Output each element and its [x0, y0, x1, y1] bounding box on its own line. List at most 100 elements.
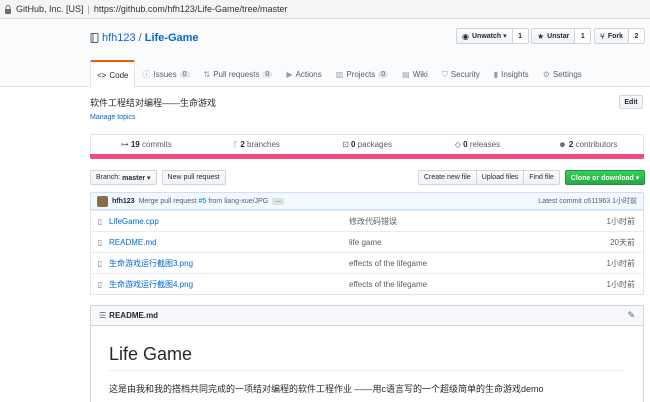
unstar-button[interactable]: ★ Unstar [531, 28, 576, 44]
pr-count-badge: 0 [262, 71, 273, 78]
file-name-link[interactable]: 生命游戏运行截图3.png [109, 258, 349, 269]
repo-icon [90, 33, 99, 43]
file-name-link[interactable]: 生命游戏运行截图4.png [109, 279, 349, 290]
contributors-link[interactable]: ☻ 2 contributors [533, 140, 643, 149]
unwatch-button[interactable]: ◉ Unwatch ▾ [456, 28, 513, 44]
file-icon: ▯ [97, 258, 103, 268]
url-text[interactable]: https://github.com/hfh123/Life-Game/tree… [94, 4, 288, 14]
file-age: 20天前 [610, 237, 635, 247]
table-row: ▯ LifeGame.cpp 修改代码错误 1小时前 [91, 210, 643, 231]
tab-settings[interactable]: ⚙ Settings [536, 60, 589, 88]
new-pull-request-button[interactable]: New pull request [161, 170, 226, 185]
releases-label: releases [469, 140, 501, 149]
commit-pr-link[interactable]: #5 [199, 198, 207, 205]
file-commit-message[interactable]: life game [349, 238, 583, 247]
packages-link[interactable]: ⊡ 0 packages [312, 140, 422, 149]
table-row: ▯ 生命游戏运行截图4.png effects of the lifegame … [91, 273, 643, 294]
find-file-button[interactable]: Find file [524, 170, 560, 185]
file-commit-message[interactable]: 修改代码错误 [349, 216, 583, 227]
lock-icon [5, 4, 11, 14]
project-icon: ▥ [335, 70, 344, 79]
tab-actions[interactable]: ▶ Actions [279, 60, 328, 88]
avatar[interactable] [97, 195, 108, 207]
fork-label: Fork [607, 32, 623, 40]
file-name-link[interactable]: README.md [109, 238, 349, 247]
repo-name-link[interactable]: Life-Game [145, 32, 199, 44]
commits-label: commits [142, 140, 172, 149]
readme-filename: README.md [109, 311, 159, 320]
star-icon: ★ [537, 31, 545, 41]
branches-count: 2 [240, 140, 245, 149]
manage-topics-link[interactable]: Manage topics [90, 114, 136, 121]
tab-label: Actions [295, 70, 322, 79]
tab-wiki[interactable]: ▤ Wiki [395, 60, 435, 88]
projects-count-badge: 0 [378, 71, 389, 78]
numbers-summary: ⊶ 19 commits ᚴ 2 branches ⊡ 0 packages ◇… [90, 134, 644, 154]
readme-panel: ☰ README.md ✎ Life Game 这是由我和我的搭档共同完成的一项… [90, 305, 644, 402]
packages-count: 0 [351, 140, 356, 149]
address-separator: | [87, 4, 90, 14]
tag-icon: ◇ [454, 140, 464, 149]
branches-link[interactable]: ᚴ 2 branches [201, 140, 311, 149]
language-bar[interactable] [90, 154, 644, 159]
people-icon: ☻ [558, 140, 569, 149]
package-icon: ⊡ [342, 140, 352, 149]
repo-description: 软件工程结对编程——生命游戏 [90, 98, 217, 108]
clone-download-button[interactable]: Clone or download ▾ [564, 170, 646, 185]
file-commit-message[interactable]: effects of the lifegame [349, 280, 583, 289]
fork-count[interactable]: 2 [628, 28, 645, 44]
fork-group: ⑂ Fork 2 [594, 28, 645, 44]
tab-label: Projects [346, 70, 376, 79]
tab-label: Insights [501, 70, 529, 79]
address-bar[interactable]: GitHub, Inc. [US] | https://github.com/h… [0, 0, 650, 19]
unwatch-label: Unwatch ▾ [471, 33, 507, 40]
releases-link[interactable]: ◇ 0 releases [422, 140, 532, 149]
tab-label: Security [450, 70, 480, 79]
commit-message-suffix: from liang-xue/JPG [208, 197, 269, 205]
fork-button[interactable]: ⑂ Fork [594, 28, 629, 44]
packages-label: packages [357, 140, 392, 149]
unstar-label: Unstar [547, 32, 570, 40]
tab-label: Pull requests [213, 70, 260, 79]
expand-commit-button[interactable]: … [272, 197, 285, 205]
list-icon: ☰ [99, 311, 107, 320]
create-new-file-button[interactable]: Create new file [418, 170, 477, 185]
book-icon: ▤ [402, 70, 410, 79]
tab-issues[interactable]: ⓘ Issues 0 [135, 60, 196, 88]
upload-files-button[interactable]: Upload files [476, 170, 525, 185]
branch-select-button[interactable]: Branch: master ▾ [90, 170, 157, 185]
heading-divider [109, 370, 625, 371]
code-icon: <> [97, 71, 107, 80]
latest-commit[interactable]: Latest commit c611963 1小时前 [538, 196, 637, 206]
file-name-link[interactable]: LifeGame.cpp [109, 217, 349, 226]
commits-link[interactable]: ⊶ 19 commits [91, 140, 201, 149]
tab-projects[interactable]: ▥ Projects 0 [329, 60, 395, 88]
branches-label: branches [247, 140, 280, 149]
commit-author[interactable]: hfh123 [112, 198, 135, 205]
repo-owner-link[interactable]: hfh123 [102, 32, 136, 44]
watch-count[interactable]: 1 [512, 28, 529, 44]
site-identity: GitHub, Inc. [US] [16, 4, 84, 14]
commit-message[interactable]: Merge pull request #5 from liang-xue/JPG [139, 198, 269, 205]
star-count[interactable]: 1 [575, 28, 592, 44]
tab-insights[interactable]: ▮ Insights [487, 60, 536, 88]
tab-pull-requests[interactable]: ⇅ Pull requests 0 [197, 60, 280, 88]
file-icon: ▯ [97, 216, 103, 226]
file-icon: ▯ [97, 279, 103, 289]
readme-body: 这是由我和我的搭档共同完成的一项结对编程的软件工程作业 ——用c语言写的一个超级… [109, 384, 544, 394]
tab-label: Wiki [412, 70, 428, 79]
readme-title: Life Game [109, 344, 193, 364]
star-group: ★ Unstar 1 [531, 28, 592, 44]
file-age: 1小时前 [606, 216, 635, 226]
file-commit-message[interactable]: effects of the lifegame [349, 259, 583, 268]
edit-description-button[interactable]: Edit [619, 95, 643, 109]
repo-slash: / [138, 32, 142, 44]
tab-security[interactable]: ⛉ Security [435, 60, 487, 88]
tab-code[interactable]: <> Code [90, 60, 136, 89]
branch-nav: Branch: master ▾ New pull request [90, 170, 226, 185]
file-icon: ▯ [97, 237, 103, 247]
table-row: ▯ 生命游戏运行截图3.png effects of the lifegame … [91, 252, 643, 273]
pencil-icon[interactable]: ✎ [627, 310, 635, 321]
contributors-label: contributors [575, 140, 618, 149]
watch-group: ◉ Unwatch ▾ 1 [456, 28, 529, 44]
